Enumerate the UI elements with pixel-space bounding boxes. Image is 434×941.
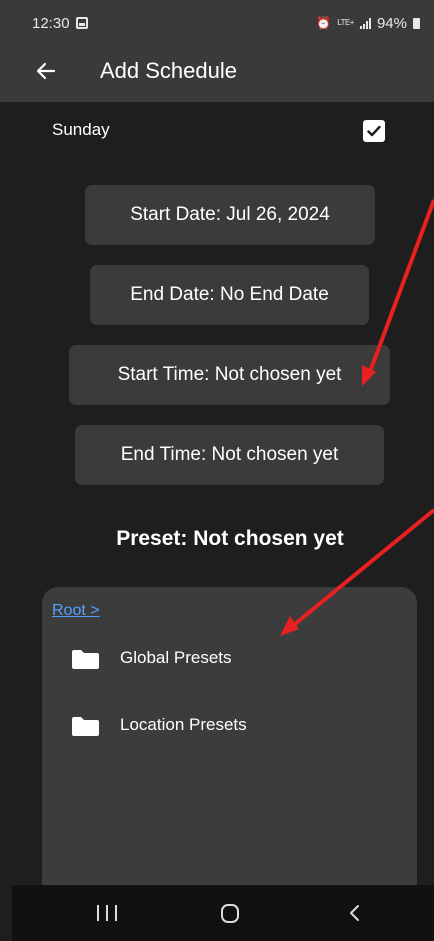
system-nav-bar	[12, 885, 434, 941]
checkmark-icon	[367, 125, 381, 137]
breadcrumb-root-link[interactable]: Root >	[52, 602, 100, 620]
preset-browser: Root > Global Presets Location Presets	[42, 587, 417, 897]
folder-item-location-presets[interactable]: Location Presets	[72, 711, 247, 741]
signal-icon	[359, 17, 371, 29]
folder-label: Global Presets	[120, 648, 232, 667]
gallery-notification-icon	[75, 17, 88, 29]
nav-back-icon[interactable]	[345, 903, 365, 923]
alarm-icon: ⏰	[316, 16, 332, 30]
day-label: Sunday	[52, 120, 110, 139]
preset-label: Preset: Not chosen yet	[116, 527, 344, 550]
status-left: 12:30	[32, 15, 88, 32]
start-date-button[interactable]: Start Date: Jul 26, 2024	[85, 185, 375, 245]
folder-label: Location Presets	[120, 715, 247, 734]
recent-apps-button[interactable]	[97, 905, 117, 921]
day-checkbox[interactable]	[363, 120, 385, 142]
battery-percent: 94%	[376, 14, 407, 32]
page-title: Add Schedule	[100, 58, 237, 83]
folder-item-global-presets[interactable]: Global Presets	[72, 644, 232, 674]
status-time: 12:30	[32, 14, 70, 32]
battery-icon	[413, 17, 420, 29]
end-date-button[interactable]: End Date: No End Date	[90, 265, 369, 325]
add-schedule-screen: 12:30 ⏰ LTE+ 94% Add Schedule Sunday Sta…	[0, 0, 434, 941]
folder-icon	[72, 716, 99, 736]
back-arrow-icon[interactable]	[34, 59, 58, 83]
app-bar: Add Schedule	[0, 46, 434, 102]
status-bar: 12:30 ⏰ LTE+ 94%	[0, 0, 434, 46]
end-time-button[interactable]: End Time: Not chosen yet	[75, 425, 384, 485]
home-button[interactable]	[221, 904, 239, 923]
folder-icon	[72, 649, 99, 669]
lte-icon: LTE+	[337, 18, 354, 27]
start-time-button[interactable]: Start Time: Not chosen yet	[69, 345, 390, 405]
status-right: ⏰ LTE+ 94%	[316, 15, 420, 32]
